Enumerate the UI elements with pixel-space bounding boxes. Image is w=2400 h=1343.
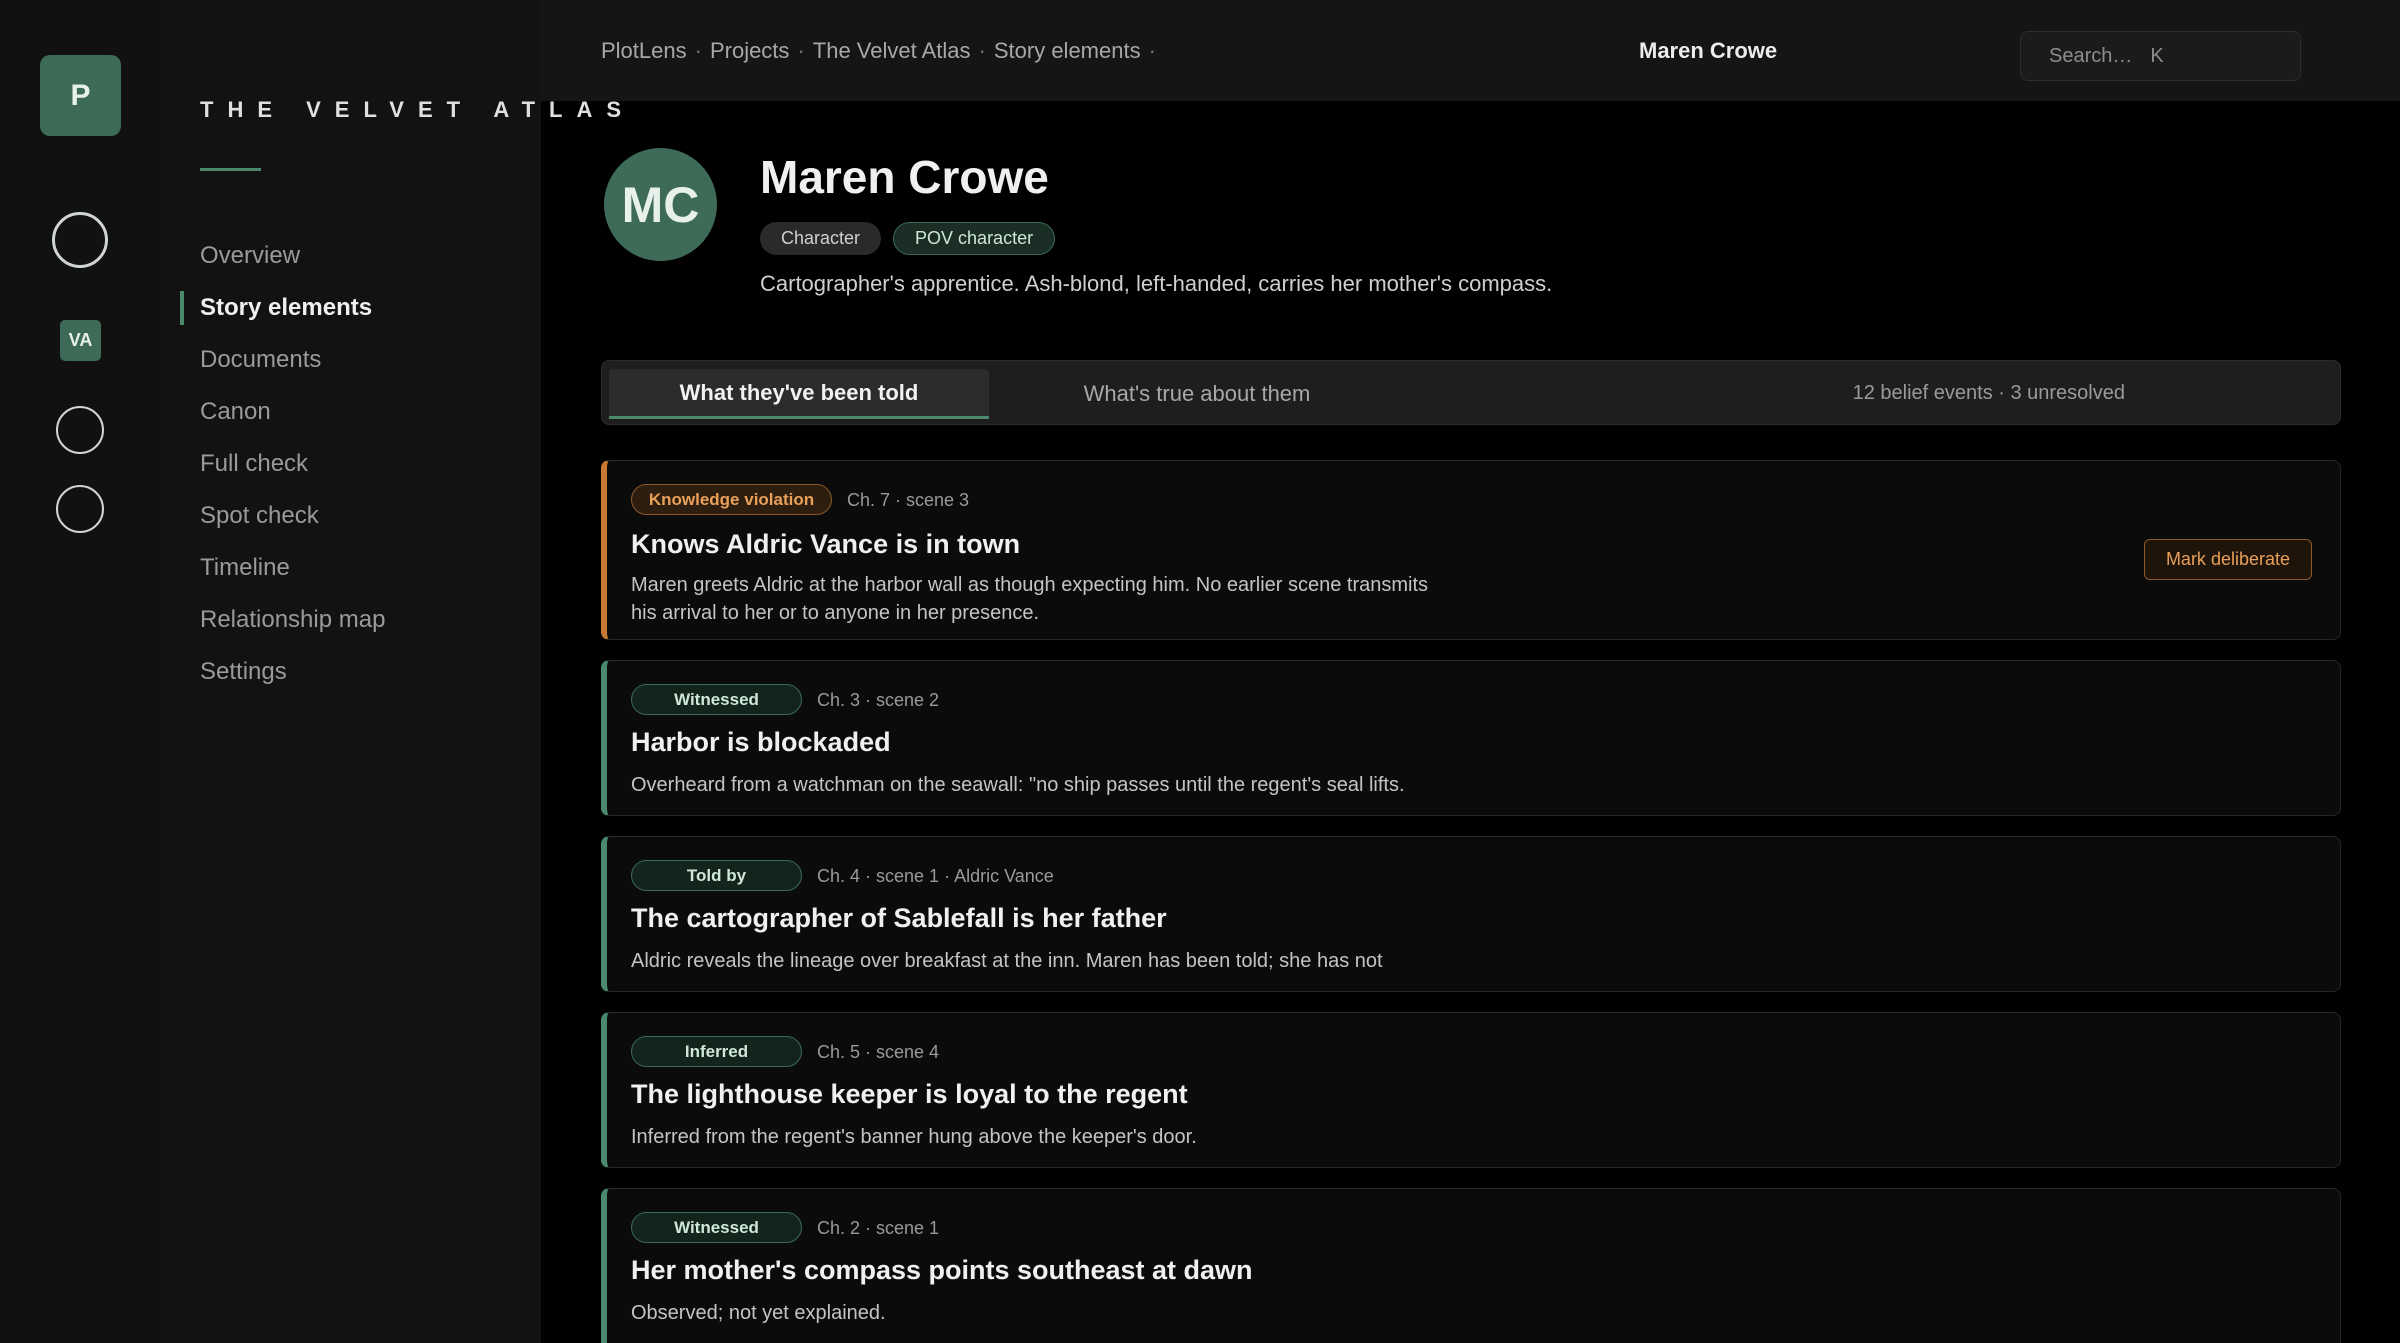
belief-card[interactable]: Witnessed Ch. 3 · scene 2 Harbor is bloc…	[601, 660, 2341, 816]
circle-icon[interactable]	[52, 212, 108, 268]
circle-icon[interactable]	[56, 485, 104, 533]
sidebar-item-full-check[interactable]: Full check	[200, 438, 385, 490]
breadcrumb: PlotLens · Projects · The Velvet Atlas ·…	[601, 38, 1156, 64]
search-shortcut: K	[2150, 44, 2164, 67]
icon-rail: P VA	[0, 0, 160, 1343]
card-body: Aldric reveals the lineage over breakfas…	[631, 950, 1383, 972]
card-meta: Ch. 2 · scene 1	[817, 1218, 940, 1238]
profile-description: Cartographer's apprentice. Ash-blond, le…	[760, 271, 1553, 296]
breadcrumb-separator: ·	[978, 38, 986, 63]
belief-card[interactable]: Witnessed Ch. 2 · scene 1 Her mother's c…	[601, 1188, 2341, 1343]
sidebar-item-canon[interactable]: Canon	[200, 386, 385, 438]
status-badge: Witnessed	[631, 684, 802, 715]
breadcrumb-separator: ·	[1148, 38, 1156, 63]
status-badge: Told by	[631, 860, 802, 891]
project-title: THE VELVET ATLAS	[200, 97, 636, 122]
project-badge[interactable]: VA	[60, 320, 101, 361]
breadcrumb-separator: ·	[797, 38, 805, 63]
page-title: Maren Crowe	[760, 151, 1049, 203]
breadcrumb-item[interactable]: Story elements	[994, 38, 1141, 64]
sidebar-item-relationship-map[interactable]: Relationship map	[200, 594, 385, 646]
mark-deliberate-button[interactable]: Mark deliberate	[2143, 539, 2312, 580]
card-body: Inferred from the regent's banner hung a…	[631, 1126, 1197, 1148]
tab-bar: What they've been told What's true about…	[601, 360, 2341, 425]
belief-card[interactable]: Told by Ch. 4 · scene 1 · Aldric Vance T…	[601, 836, 2341, 992]
card-title: The cartographer of Sablefall is her fat…	[631, 903, 1167, 933]
card-body: Overheard from a watchman on the seawall…	[631, 774, 1405, 796]
card-title: Knows Aldric Vance is in town	[631, 529, 1021, 559]
card-title: The lighthouse keeper is loyal to the re…	[631, 1079, 1188, 1109]
circle-icon[interactable]	[56, 406, 104, 454]
status-badge: Inferred	[631, 1036, 802, 1067]
tab-what-theyve-been-told[interactable]: What they've been told	[609, 369, 989, 419]
title-divider	[200, 168, 261, 171]
sidebar-item-story-elements[interactable]: Story elements	[179, 282, 385, 334]
sidebar-nav: Overview Story elements Documents Canon …	[179, 230, 385, 698]
card-title: Her mother's compass points southeast at…	[631, 1255, 1253, 1285]
card-title: Harbor is blockaded	[631, 727, 891, 757]
sidebar-item-overview[interactable]: Overview	[200, 230, 385, 282]
tag-pov-character: POV character	[893, 222, 1056, 255]
sidebar-item-settings[interactable]: Settings	[200, 646, 385, 698]
belief-stats: 12 belief events · 3 unresolved	[1852, 382, 2125, 404]
card-meta: Ch. 7 · scene 3	[847, 490, 970, 510]
card-body: Maren greets Aldric at the harbor wall a…	[631, 574, 1429, 624]
search-input[interactable]: Search… K	[2020, 31, 2301, 81]
sidebar-item-documents[interactable]: Documents	[200, 334, 385, 386]
belief-card[interactable]: Knowledge violation Ch. 7 · scene 3 Know…	[601, 460, 2341, 640]
card-meta: Ch. 5 · scene 4	[817, 1042, 940, 1062]
card-meta: Ch. 4 · scene 1 · Aldric Vance	[817, 866, 1054, 886]
card-meta: Ch. 3 · scene 2	[817, 690, 940, 710]
belief-card[interactable]: Inferred Ch. 5 · scene 4 The lighthouse …	[601, 1012, 2341, 1168]
sidebar-item-spot-check[interactable]: Spot check	[200, 490, 385, 542]
avatar: MC	[604, 148, 717, 261]
status-badge: Knowledge violation	[631, 484, 832, 515]
tag-list: Character POV character	[760, 222, 1056, 255]
tag-character: Character	[760, 222, 882, 255]
breadcrumb-item[interactable]: PlotLens	[601, 38, 687, 64]
tab-whats-true-about-them[interactable]: What's true about them	[1042, 369, 1352, 419]
breadcrumb-separator: ·	[694, 38, 702, 63]
breadcrumb-item[interactable]: Projects	[710, 38, 789, 64]
app-logo[interactable]: P	[40, 55, 121, 136]
search-placeholder: Search…	[2049, 44, 2133, 67]
status-badge: Witnessed	[631, 1212, 802, 1243]
card-body: Observed; not yet explained.	[631, 1302, 886, 1324]
breadcrumb-item[interactable]: The Velvet Atlas	[813, 38, 971, 64]
breadcrumb-current: Maren Crowe	[1639, 38, 1778, 63]
sidebar-item-timeline[interactable]: Timeline	[200, 542, 385, 594]
